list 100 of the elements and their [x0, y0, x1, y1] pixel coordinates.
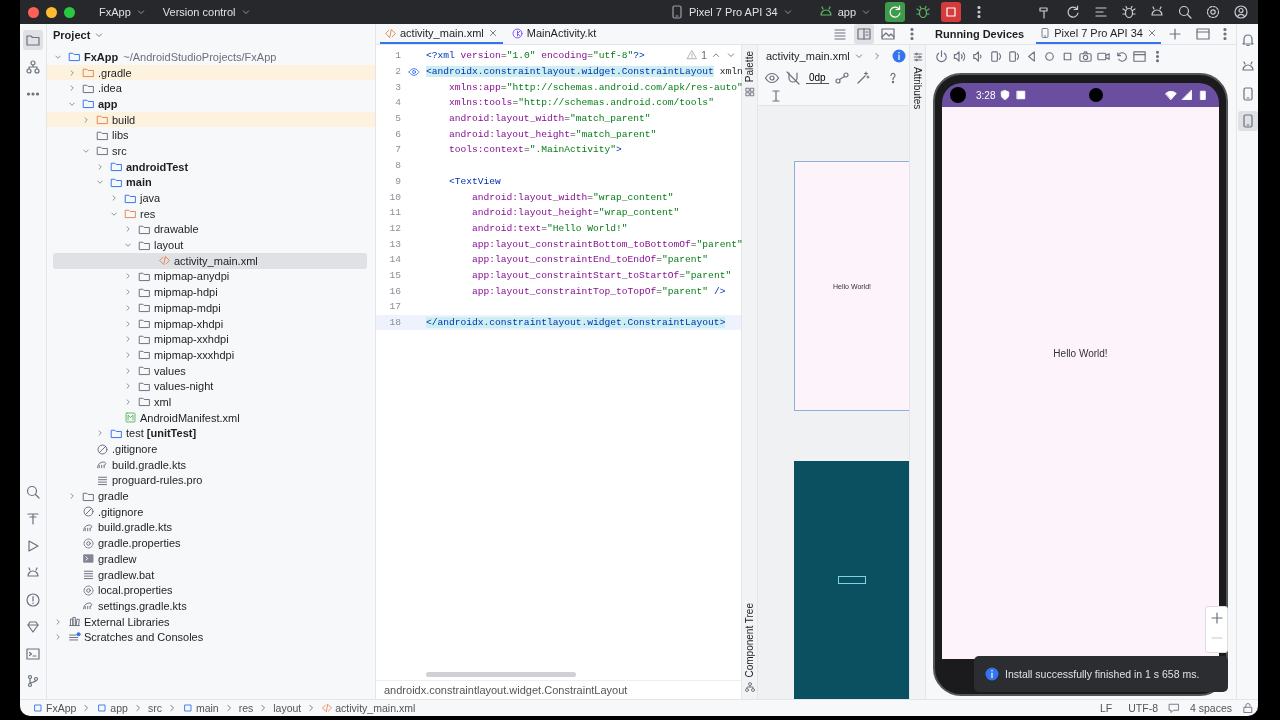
window-icon[interactable]: [1132, 48, 1147, 64]
bug-icon[interactable]: [1121, 4, 1137, 20]
tree-item[interactable]: build.gradle.kts: [47, 519, 367, 536]
tree-item[interactable]: mipmap-mdpi: [47, 300, 367, 316]
tree-item[interactable]: .idea: [47, 80, 367, 97]
tree-item[interactable]: gradlew.bat: [47, 566, 367, 583]
tree-item[interactable]: build.gradle.kts: [47, 456, 367, 473]
attributes-tab[interactable]: Attributes: [912, 67, 923, 110]
eye-icon[interactable]: [764, 70, 780, 86]
workspace-menu[interactable]: FxApp: [93, 4, 153, 20]
tree-item[interactable]: main: [47, 174, 367, 191]
component-tree-tab[interactable]: Component Tree: [744, 602, 755, 677]
magnet-off-icon[interactable]: [785, 70, 801, 86]
tree-item[interactable]: drawable: [47, 221, 367, 238]
version-control-menu[interactable]: Version control: [156, 4, 258, 20]
warning-count: 1: [700, 49, 707, 61]
tree-item-label: build: [112, 113, 136, 126]
palette-tab[interactable]: Palette: [744, 51, 755, 83]
tree-item[interactable]: mipmap-xxxhdpi: [47, 347, 367, 363]
tree-item[interactable]: build: [47, 111, 375, 128]
search-icon[interactable]: [1177, 4, 1193, 20]
warning-icon[interactable]: [685, 49, 698, 61]
settings-icon[interactable]: [1205, 4, 1221, 20]
path-breadcrumb[interactable]: src: [147, 702, 162, 714]
stop-button[interactable]: [941, 2, 961, 22]
tree-item[interactable]: gradlew: [47, 551, 367, 567]
window-icon[interactable]: [1194, 26, 1211, 42]
path-breadcrumb[interactable]: activity_main.xml: [321, 702, 416, 714]
editor-tab[interactable]: MainActivity.kt: [506, 24, 601, 44]
info-icon[interactable]: [890, 48, 907, 64]
tree-item[interactable]: values: [47, 362, 367, 379]
tree-item[interactable]: settings.gradle.kts: [47, 598, 367, 614]
tree-item[interactable]: .gitignore: [47, 441, 367, 457]
tree-item[interactable]: .gradle: [47, 64, 375, 81]
rerun-button[interactable]: [885, 2, 905, 22]
tree-item[interactable]: Scratches and Consoles: [47, 629, 367, 646]
comment-icon[interactable]: [1167, 702, 1180, 714]
indent-setting[interactable]: 4 spaces: [1189, 702, 1232, 714]
running-devices-icon[interactable]: [1238, 111, 1258, 131]
list-icon[interactable]: [1093, 4, 1109, 20]
volume-down-icon[interactable]: [970, 48, 985, 64]
problems-icon[interactable]: [23, 590, 43, 610]
line-separator[interactable]: LF: [1099, 702, 1113, 714]
maximize-window-button[interactable]: [64, 6, 75, 18]
device-selector[interactable]: Pixel 7 Pro API 34: [662, 2, 800, 22]
code-line: </androidx.constraintlayout.widget.ConstraintLayout>: [426, 317, 726, 329]
element-breadcrumb[interactable]: androidx.constraintlayout.widget.ConstraintLayout: [384, 684, 628, 696]
tree-item[interactable]: mipmap-anydpi: [47, 268, 367, 285]
tree-item[interactable]: proguard-rules.pro: [47, 472, 367, 489]
layout-file-selector[interactable]: activity_main.xml: [764, 50, 867, 62]
default-margin-button[interactable]: 0dp: [806, 72, 829, 84]
clear-constraints-icon[interactable]: [833, 70, 850, 86]
layout-marker-icon[interactable]: [407, 65, 420, 78]
path-breadcrumb[interactable]: main: [181, 702, 219, 714]
power-icon[interactable]: [934, 48, 949, 64]
tree-item[interactable]: local.properties: [47, 582, 367, 599]
tree-item[interactable]: app: [47, 96, 367, 112]
path-breadcrumb[interactable]: FxApp: [32, 702, 77, 714]
horizontal-scrollbar[interactable]: [426, 672, 576, 677]
tree-item[interactable]: libs: [47, 127, 367, 144]
tree-item[interactable]: AndroidManifest.xml: [47, 409, 367, 426]
phone-screen[interactable]: Hello World!: [942, 107, 1219, 659]
tree-item[interactable]: gradle: [47, 488, 367, 504]
volume-up-icon[interactable]: [952, 48, 967, 64]
tree-item[interactable]: java: [47, 190, 367, 206]
device-tab[interactable]: Pixel 7 Pro API 34: [1036, 24, 1161, 44]
tree-item[interactable]: gradle.properties: [47, 535, 367, 551]
tree-item[interactable]: layout: [47, 237, 367, 253]
tree-item[interactable]: src: [47, 143, 367, 159]
tree-item[interactable]: mipmap-xxhdpi: [47, 331, 367, 348]
tree-item[interactable]: res: [47, 205, 367, 222]
tree-item[interactable]: External Libraries: [47, 613, 367, 630]
folder-icon[interactable]: [23, 30, 43, 50]
tree-item[interactable]: test [unitTest]: [47, 425, 367, 442]
run-configuration-selector[interactable]: app: [811, 2, 878, 22]
account-icon[interactable]: [1233, 4, 1249, 20]
tree-item[interactable]: activity_main.xml: [53, 252, 367, 269]
lock-icon[interactable]: [1242, 702, 1254, 714]
tree-item[interactable]: values-night: [47, 378, 367, 395]
camera-icon[interactable]: [1078, 48, 1093, 64]
bug-icon[interactable]: [915, 4, 931, 20]
path-breadcrumb[interactable]: res: [238, 702, 254, 714]
path-breadcrumb[interactable]: layout: [273, 702, 302, 714]
tree-item[interactable]: mipmap-xhdpi: [47, 315, 367, 332]
structure-icon[interactable]: [23, 57, 43, 77]
tree-item[interactable]: FxApp ~/AndroidStudioProjects/FxApp: [47, 49, 367, 65]
project-view-selector[interactable]: Project: [51, 29, 108, 41]
rotate-right-icon[interactable]: [1006, 48, 1021, 64]
path-breadcrumb[interactable]: app: [96, 702, 128, 714]
tree-item[interactable]: .gitignore: [47, 503, 367, 520]
tree-item[interactable]: xml: [47, 394, 367, 410]
rotate-left-icon[interactable]: [988, 48, 1003, 64]
tree-item[interactable]: androidTest: [47, 158, 367, 175]
close-window-button[interactable]: [28, 6, 39, 18]
minimize-window-button[interactable]: [46, 6, 57, 18]
line-number: 8: [394, 160, 401, 172]
split-view-icon[interactable]: [854, 24, 874, 44]
file-encoding[interactable]: UTF-8: [1128, 702, 1158, 714]
sync-icon[interactable]: [1065, 4, 1081, 20]
tree-item[interactable]: mipmap-hdpi: [47, 284, 367, 300]
